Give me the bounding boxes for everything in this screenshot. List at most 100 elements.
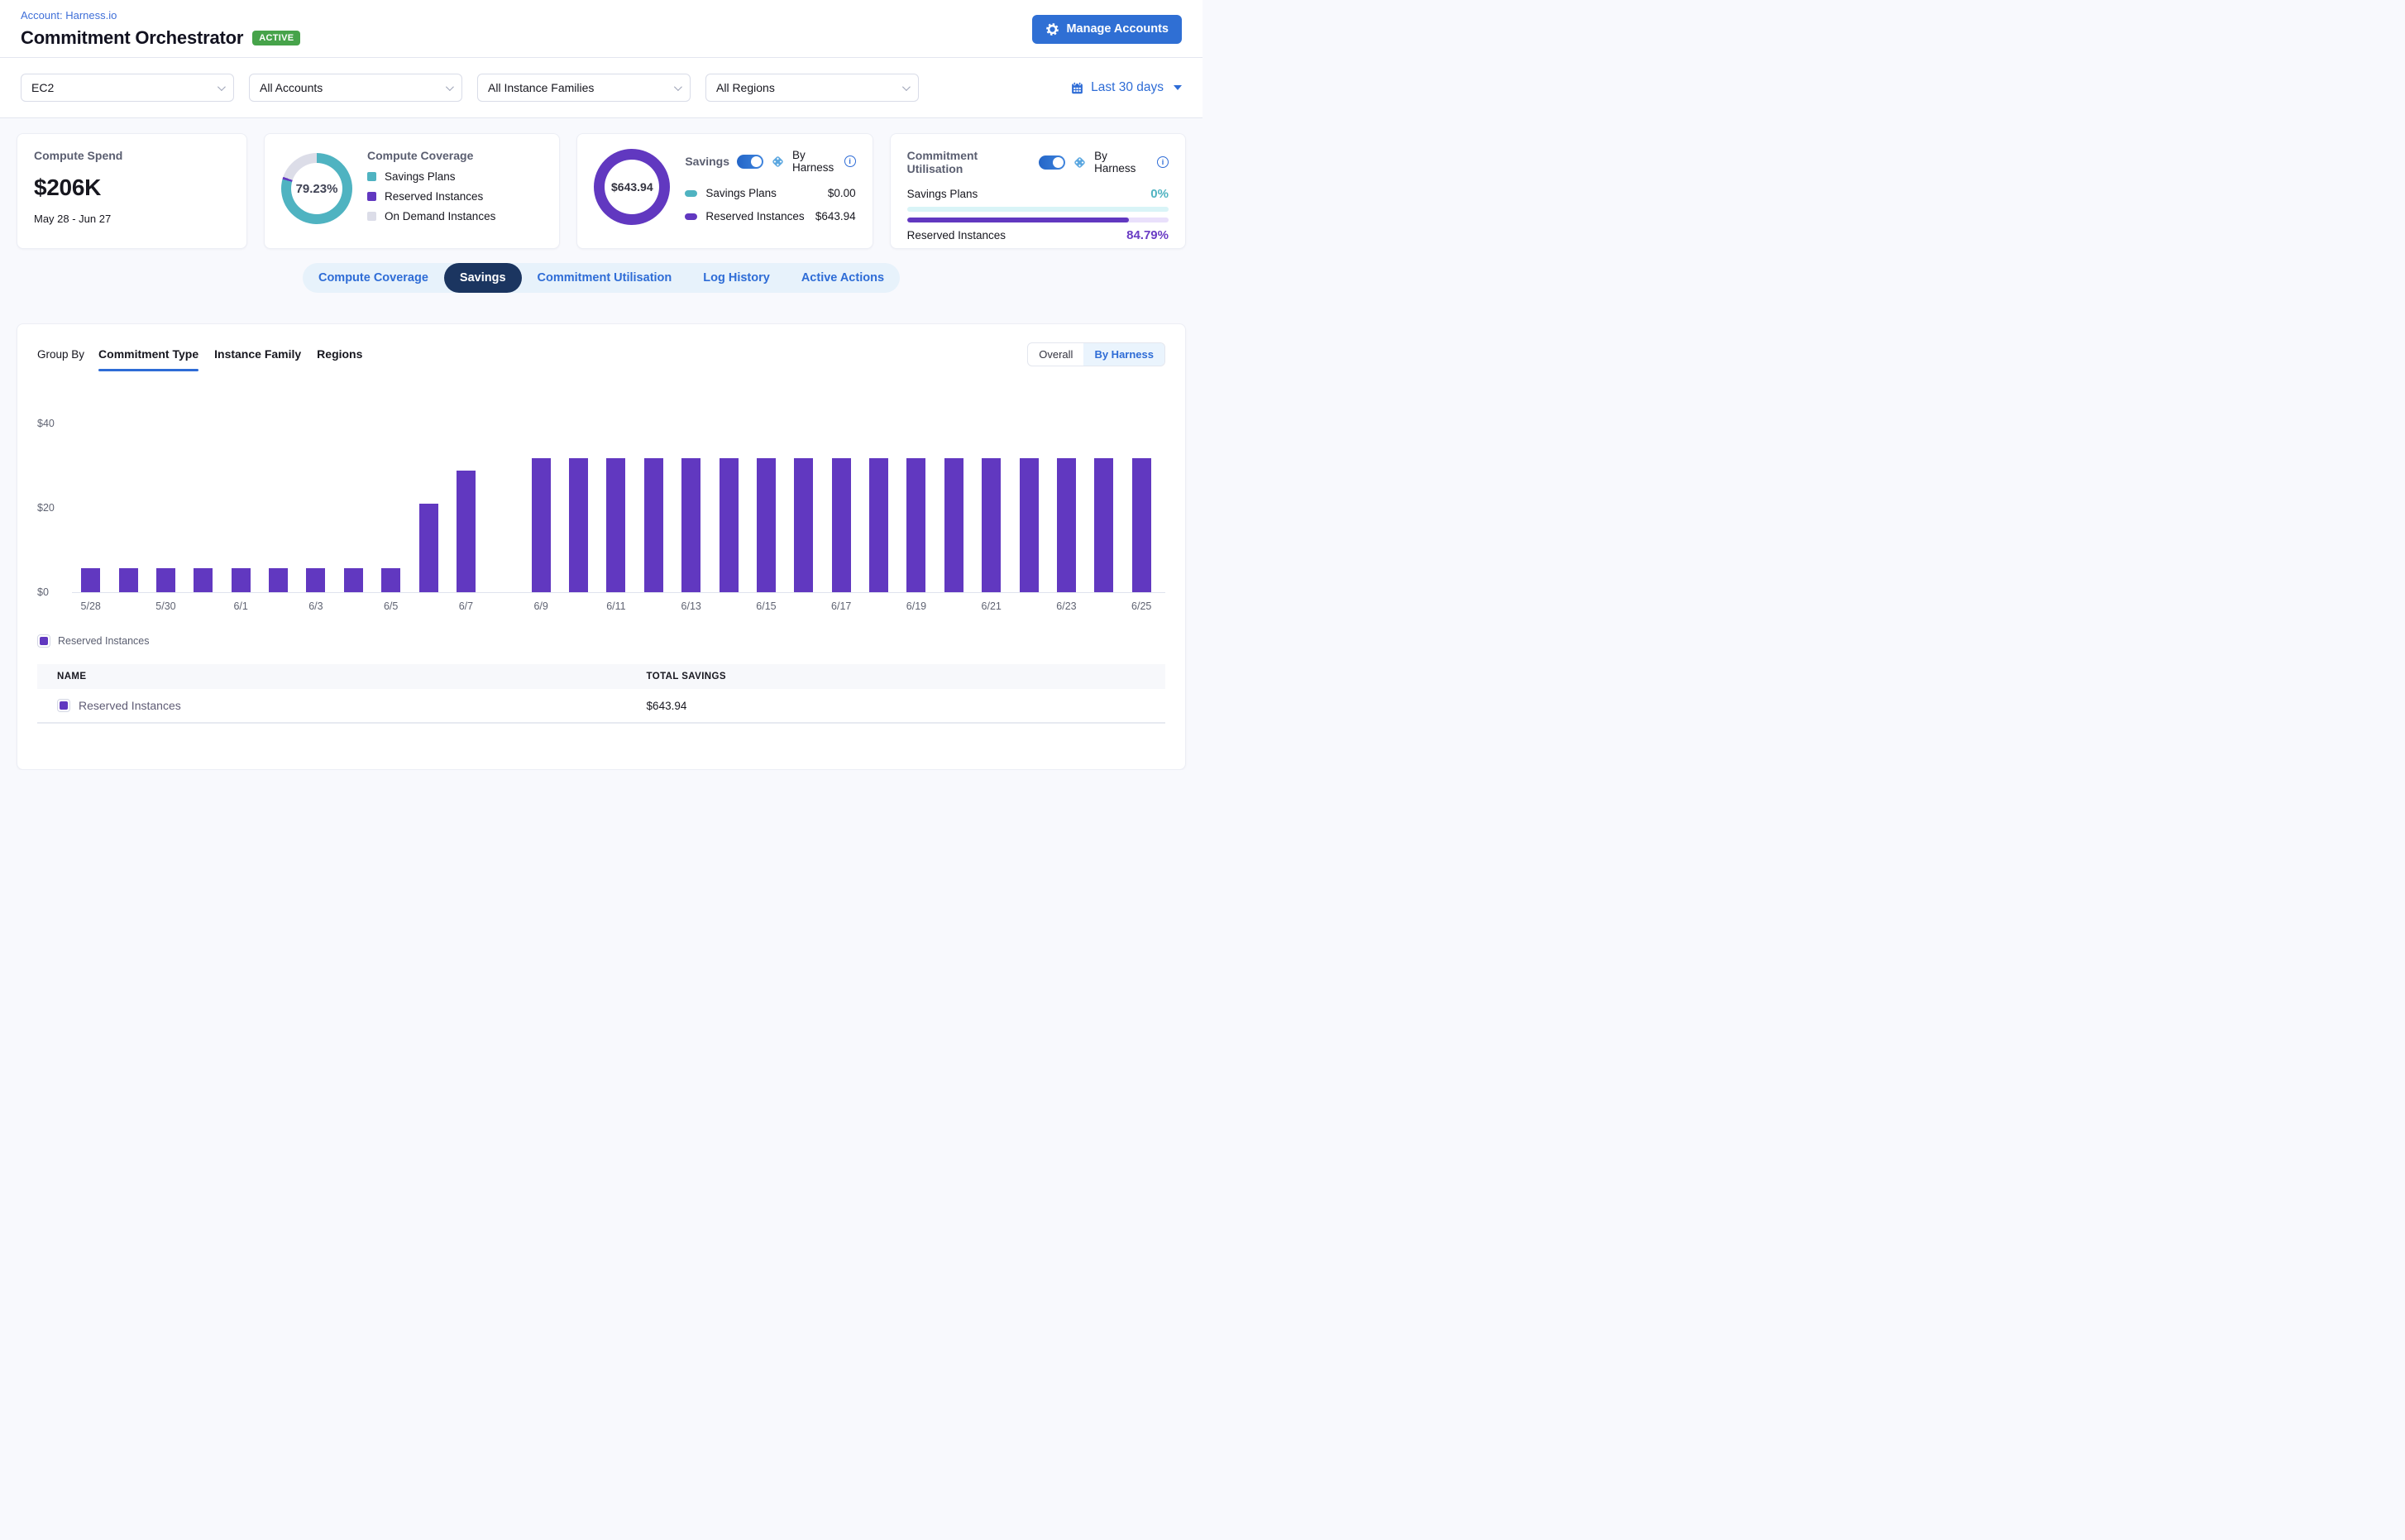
bar-6/12[interactable] [644,458,663,592]
chart-x-tick: 6/19 [897,600,935,612]
chart-x-tick: 6/7 [447,600,485,612]
utilisation-row-value: 84.79% [1126,228,1169,242]
utilisation-row-labels: Reserved Instances 84.79% [907,228,1169,242]
view-option-overall[interactable]: Overall [1028,343,1083,366]
table-row: Reserved Instances $643.94 [37,689,1165,724]
info-icon[interactable]: i [1157,156,1169,168]
legend-swatch [367,192,376,201]
table-col-name: NAME [37,672,647,682]
header-left: Account: Harness.io Commitment Orchestra… [21,9,300,49]
view-toggle: OverallBy Harness [1027,342,1165,366]
chevron-down-icon [446,83,454,91]
legend-label: Savings Plans [385,170,456,183]
chart-x-tick [935,600,973,612]
tab-active-actions[interactable]: Active Actions [786,263,900,293]
bar-6/11[interactable] [606,458,625,592]
bar-6/16[interactable] [794,458,813,592]
chart-y-tick: $20 [37,502,65,514]
regions-select[interactable]: All Regions [705,74,919,102]
bar-5/28[interactable] [81,568,100,592]
chart-x-tick: 6/21 [973,600,1010,612]
filter-bar: EC2 All Accounts All Instance Families A… [0,58,1202,118]
utilisation-row-label: Savings Plans [907,188,978,200]
savings-row-label: Reserved Instances [705,210,804,222]
coverage-legend-item: Reserved Instances [367,190,495,203]
account-link[interactable]: Account: Harness.io [21,9,300,22]
bar-6/25[interactable] [1132,458,1151,592]
savings-donut: $643.94 [594,149,670,225]
row-checkbox[interactable] [57,699,70,712]
utilisation-by-harness-toggle[interactable] [1039,155,1065,170]
chart-x-tick [560,600,597,612]
bar-6/1[interactable] [232,568,251,592]
chart-x-tick [184,600,222,612]
bar-6/5[interactable] [381,568,400,592]
savings-by-harness-toggle[interactable] [737,155,763,169]
bar-6/7[interactable] [457,471,476,592]
chart-x-tick: 6/1 [222,600,260,612]
utilisation-progress-track [907,207,1169,212]
utilisation-by-harness-label: By Harness [1094,150,1150,175]
savings-row-label: Savings Plans [705,187,777,199]
bar-6/2[interactable] [269,568,288,592]
chart-x-tick: 6/25 [1123,600,1160,612]
bar-6/22[interactable] [1020,458,1039,592]
bar-6/20[interactable] [944,458,963,592]
compute-coverage-card: 79.23% Compute Coverage Savings Plans Re… [264,133,560,249]
savings-card: $643.94 Savings [576,133,873,249]
chart-x-tick: 6/17 [823,600,860,612]
bar-6/18[interactable] [869,458,888,592]
instance-families-select-value: All Instance Families [488,81,594,94]
accounts-select[interactable]: All Accounts [249,74,462,102]
view-option-by-harness[interactable]: By Harness [1083,343,1164,366]
bar-6/13[interactable] [681,458,700,592]
bar-6/15[interactable] [757,458,776,592]
info-icon[interactable]: i [844,155,856,167]
page-title: Commitment Orchestrator [21,27,243,49]
manage-accounts-button[interactable]: Manage Accounts [1032,15,1182,44]
bar-6/10[interactable] [569,458,588,592]
bar-6/17[interactable] [832,458,851,592]
main-tabbar: Compute CoverageSavingsCommitment Utilis… [303,263,900,293]
table-header: NAME TOTAL SAVINGS [37,664,1165,689]
bar-6/21[interactable] [982,458,1001,592]
chart-x-tick: 6/15 [748,600,785,612]
bar-6/4[interactable] [344,568,363,592]
service-select[interactable]: EC2 [21,74,234,102]
page-body: Compute Spend $206K May 28 - Jun 27 79.2… [0,118,1202,770]
bar-6/23[interactable] [1057,458,1076,592]
utilisation-row: Reserved Instances 84.79% [907,218,1169,242]
bar-6/19[interactable] [906,458,925,592]
bar-6/9[interactable] [532,458,551,592]
chart-y-tick: $40 [37,418,65,429]
tab-commitment-utilisation[interactable]: Commitment Utilisation [522,263,688,293]
bar-6/24[interactable] [1094,458,1113,592]
group-tab-instance-family[interactable]: Instance Family [214,347,301,362]
reserved-instances-legend-checkbox[interactable] [37,634,50,648]
bar-5/29[interactable] [119,568,138,592]
bar-5/31[interactable] [194,568,213,592]
chart-x-tick: 6/9 [523,600,560,612]
bar-5/30[interactable] [156,568,175,592]
bar-6/14[interactable] [720,458,739,592]
compute-coverage-title: Compute Coverage [367,149,495,162]
group-tab-commitment-type[interactable]: Commitment Type [98,347,198,362]
coverage-legend-item: On Demand Instances [367,210,495,222]
chart-x-tick [109,600,146,612]
savings-legend-row: Reserved Instances $643.94 [685,210,855,222]
instance-families-select[interactable]: All Instance Families [477,74,691,102]
tab-compute-coverage[interactable]: Compute Coverage [303,263,444,293]
tab-log-history[interactable]: Log History [687,263,786,293]
panel-header: Group By Commitment TypeInstance FamilyR… [37,342,1165,366]
bar-6/6[interactable] [419,504,438,592]
date-range-picker[interactable]: Last 30 days [1070,80,1182,95]
caret-down-icon [1174,85,1182,90]
group-tab-regions[interactable]: Regions [317,347,362,362]
manage-accounts-label: Manage Accounts [1066,22,1169,36]
tab-savings[interactable]: Savings [444,263,522,293]
chart-x-tick [785,600,822,612]
commitment-orchestrator-page: Account: Harness.io Commitment Orchestra… [0,0,1202,770]
regions-select-value: All Regions [716,81,775,94]
bar-6/3[interactable] [306,568,325,592]
savings-row-value: $0.00 [828,187,856,199]
